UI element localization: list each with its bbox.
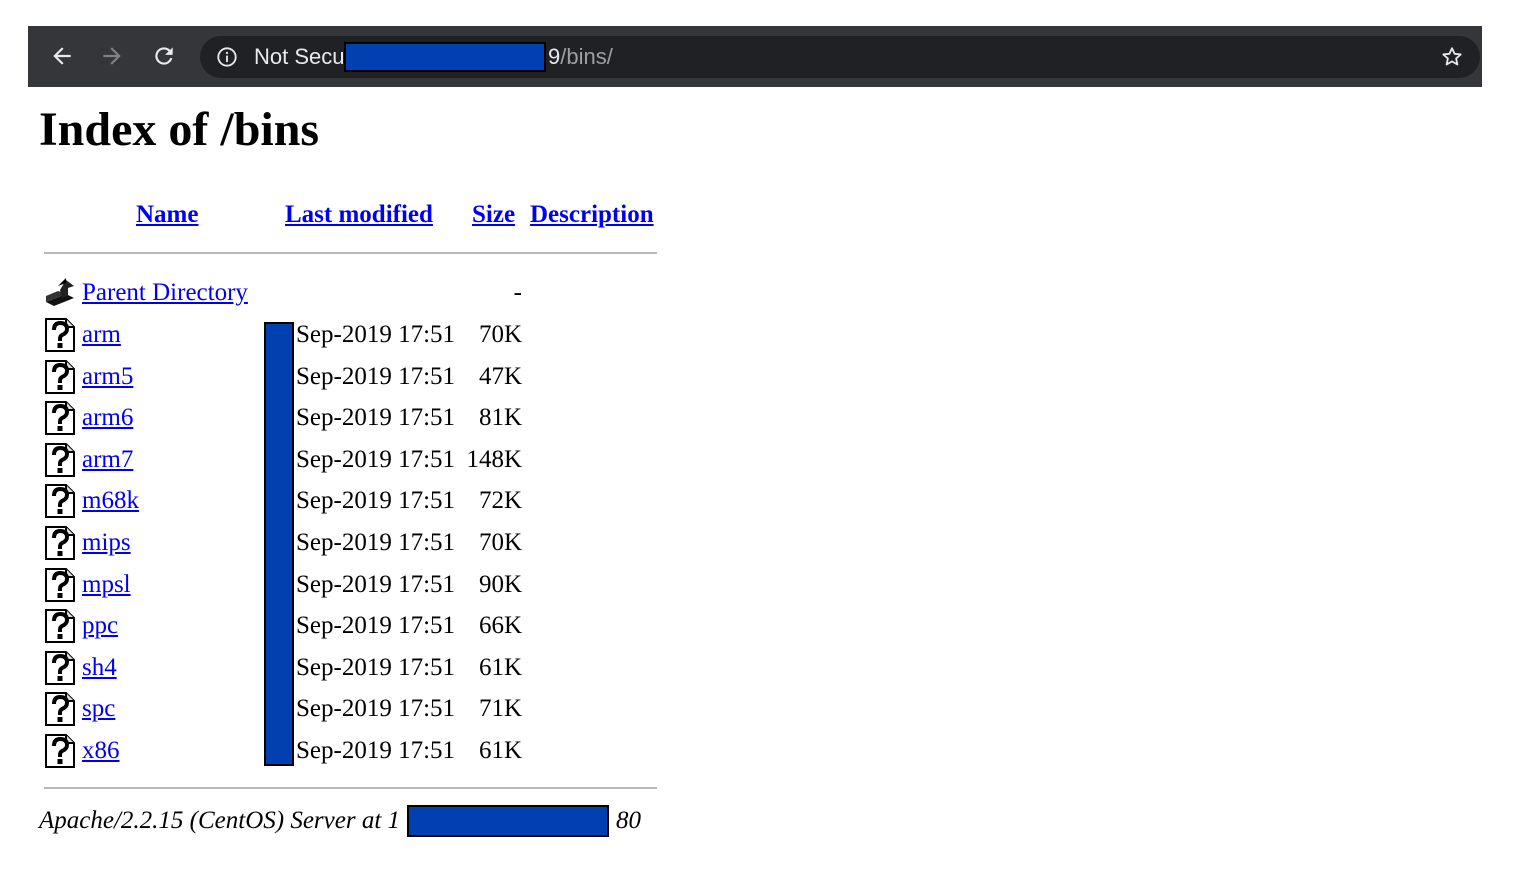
table-row: arm6 Sep-2019 17:51 81K [0,401,700,442]
url-path: /bins/ [560,44,613,69]
table-row: mips Sep-2019 17:51 70K [0,526,700,567]
file-date: Sep-2019 17:51 [296,529,456,556]
file-size: 70K [478,529,522,556]
file-link[interactable]: sh4 [82,653,117,683]
sort-by-description-link[interactable]: Description [530,200,654,230]
table-row: m68k Sep-2019 17:51 72K [0,484,700,525]
file-date: Sep-2019 17:51 [296,737,456,764]
table-row: x86 Sep-2019 17:51 61K [0,734,700,775]
file-size: 90K [478,571,522,598]
file-size: 61K [478,737,522,764]
back-button[interactable] [46,40,78,72]
file-size: 61K [478,654,522,681]
sort-by-size-link[interactable]: Size [472,200,515,230]
table-row: spc Sep-2019 17:51 71K [0,692,700,733]
page-title: Index of /bins [39,103,320,156]
server-address-redaction [407,805,609,837]
file-size: 81K [478,404,522,431]
file-link[interactable]: ppc [82,611,118,641]
url-visible-end: 9 [548,44,561,69]
table-row: arm7 Sep-2019 17:51 148K [0,443,700,484]
footer-divider [44,787,657,789]
reload-button[interactable] [148,40,180,72]
file-date: Sep-2019 17:51 [296,404,456,431]
file-link[interactable]: spc [82,694,115,724]
file-link[interactable]: mpsl [82,570,131,600]
unknown-file-icon [45,484,75,518]
url-text: 9/bins/ [548,44,613,70]
table-row-parent: Parent Directory - [0,276,700,317]
file-size: 47K [478,363,522,390]
unknown-file-icon [45,401,75,435]
back-folder-icon [46,278,74,306]
unknown-file-icon [45,734,75,768]
forward-button[interactable] [96,40,128,72]
table-row: arm Sep-2019 17:51 70K [0,318,700,359]
parent-directory-link[interactable]: Parent Directory [82,278,248,308]
date-redaction [264,322,294,766]
file-date: Sep-2019 17:51 [296,363,456,390]
parent-size: - [513,279,522,306]
table-row: sh4 Sep-2019 17:51 61K [0,651,700,692]
file-date: Sep-2019 17:51 [296,446,456,473]
unknown-file-icon [45,651,75,685]
security-label: Not Secu [254,44,345,69]
star-icon[interactable] [1440,45,1464,69]
unknown-file-icon [45,318,75,352]
file-size: 71K [478,695,522,722]
file-link[interactable]: x86 [82,736,120,766]
file-date: Sep-2019 17:51 [296,695,456,722]
file-date: Sep-2019 17:51 [296,571,456,598]
file-size: 72K [478,487,522,514]
table-row: arm5 Sep-2019 17:51 47K [0,360,700,401]
file-size: 148K [466,446,522,473]
sort-by-last-modified-link[interactable]: Last modified [285,200,433,230]
file-date: Sep-2019 17:51 [296,654,456,681]
file-link[interactable]: arm [82,320,121,350]
file-link[interactable]: arm7 [82,445,133,475]
arrow-left-icon [53,47,71,65]
unknown-file-icon [45,692,75,726]
table-row: ppc Sep-2019 17:51 66K [0,609,700,650]
browser-toolbar: Not Secu 9/bins/ [28,26,1482,87]
file-size: 70K [478,321,522,348]
file-link[interactable]: m68k [82,486,139,516]
unknown-file-icon [45,609,75,643]
info-icon[interactable] [216,46,238,68]
file-link[interactable]: arm5 [82,362,133,392]
unknown-file-icon [45,360,75,394]
address-bar[interactable]: Not Secu 9/bins/ [200,36,1480,78]
file-date: Sep-2019 17:51 [296,321,456,348]
reload-icon [155,47,173,65]
url-redaction [344,42,546,72]
header-divider [44,252,657,254]
unknown-file-icon [45,568,75,602]
file-date: Sep-2019 17:51 [296,487,456,514]
file-size: 66K [478,612,522,639]
unknown-file-icon [45,526,75,560]
table-row: mpsl Sep-2019 17:51 90K [0,568,700,609]
file-link[interactable]: arm6 [82,403,133,433]
file-date: Sep-2019 17:51 [296,612,456,639]
arrow-right-icon [103,47,121,65]
unknown-file-icon [45,443,75,477]
server-port: 80 [616,807,641,834]
file-link[interactable]: mips [82,528,131,558]
sort-by-name-link[interactable]: Name [136,200,198,230]
server-signature: Apache/2.2.15 (CentOS) Server at 1 [39,807,401,834]
